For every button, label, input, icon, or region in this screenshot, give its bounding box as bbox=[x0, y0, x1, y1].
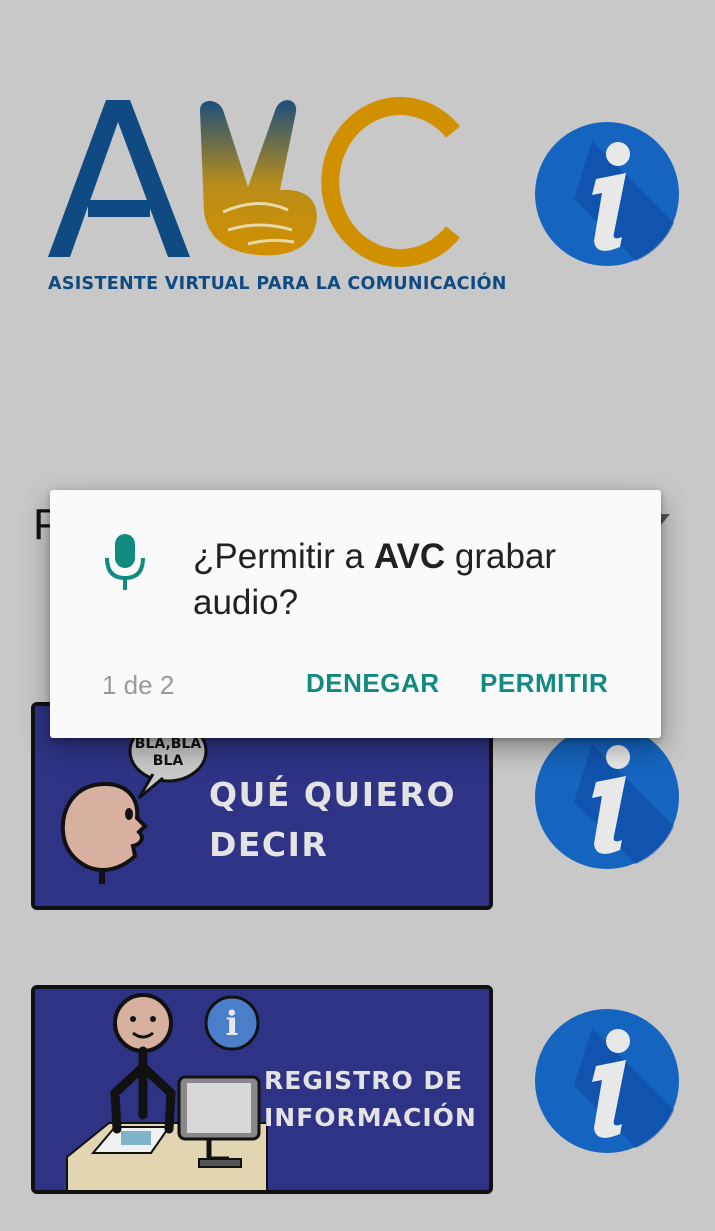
permission-message: ¿Permitir a AVC grabar audio? bbox=[193, 537, 557, 622]
info-button-card-1[interactable] bbox=[534, 724, 680, 870]
speech-bubble-line-1: BLA,BLA bbox=[135, 736, 202, 752]
info-icon bbox=[535, 122, 679, 266]
permission-dialog: ¿Permitir a AVC grabar audio? 1 de 2 DEN… bbox=[50, 490, 661, 738]
info-button-card-2[interactable] bbox=[534, 1008, 680, 1154]
allow-button[interactable]: PERMITIR bbox=[480, 668, 608, 699]
person-at-computer-icon bbox=[66, 993, 268, 1190]
info-button-header[interactable] bbox=[534, 121, 680, 267]
info-badge-icon: i bbox=[204, 995, 260, 1051]
card-que-quiero-decir-label: QUÉ QUIERO DECIR bbox=[209, 775, 457, 864]
microphone-icon bbox=[105, 534, 145, 590]
avc-logo: ASISTENTE VIRTUAL PARA LA COMUNICACIÓN bbox=[48, 92, 506, 302]
info-icon bbox=[535, 1009, 679, 1153]
card-registro-informacion-label: REGISTRO DE INFORMACIÓN bbox=[264, 1066, 477, 1132]
card-registro-informacion[interactable]: i REGISTRO DE INFORMACIÓN bbox=[31, 985, 493, 1194]
app-name: AVC bbox=[373, 537, 446, 576]
deny-button[interactable]: DENEGAR bbox=[306, 668, 440, 699]
speech-bubble-line-2: BLA bbox=[153, 753, 184, 769]
logo-tagline: ASISTENTE VIRTUAL PARA LA COMUNICACIÓN bbox=[48, 274, 507, 294]
svg-text:i: i bbox=[226, 1004, 239, 1044]
permission-counter: 1 de 2 bbox=[102, 670, 175, 700]
info-icon bbox=[535, 725, 679, 869]
